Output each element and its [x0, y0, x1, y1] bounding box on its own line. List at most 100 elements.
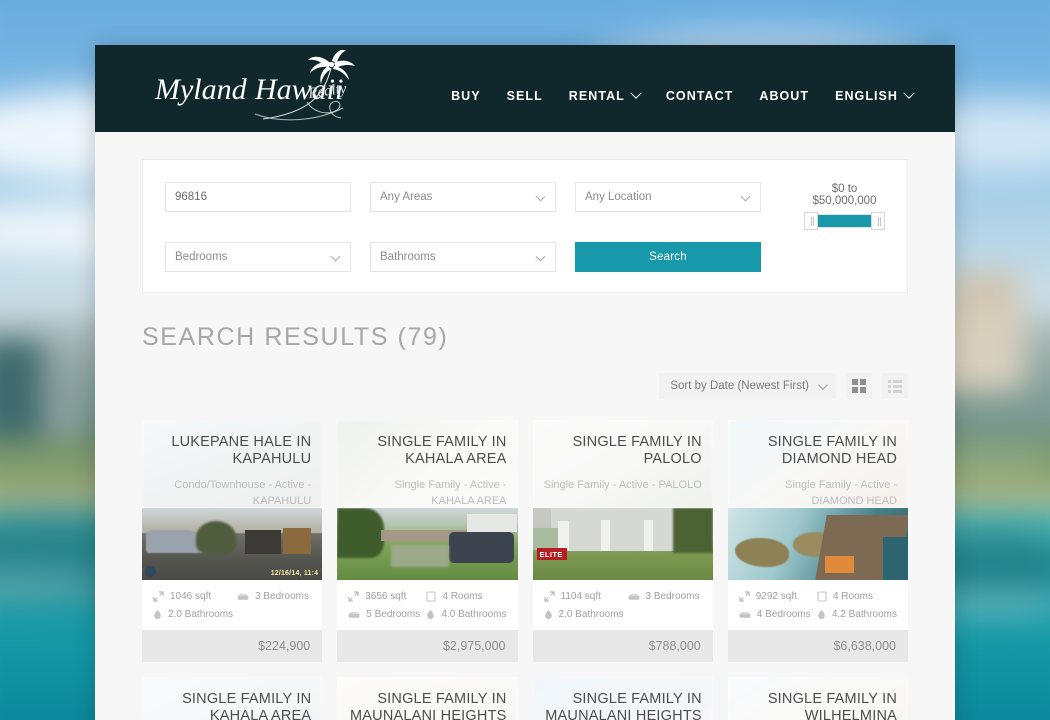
- nav-label: SELL: [506, 88, 543, 103]
- location-select[interactable]: Any Location: [575, 182, 761, 212]
- nav-item-rental[interactable]: RENTAL: [568, 87, 642, 103]
- listing-title: LUKEPANE HALE IN KAPAHULU: [171, 434, 312, 467]
- listing-card-header: SINGLE FAMILY IN KAHALA AREA Single Fami…: [337, 420, 518, 508]
- bathrooms-value: Bathrooms: [380, 251, 436, 263]
- listing-title: SINGLE FAMILY IN PALOLO: [572, 434, 702, 467]
- area-icon: [348, 591, 359, 602]
- sort-select[interactable]: Sort by Date (Newest First): [659, 373, 836, 399]
- search-button[interactable]: Search: [575, 242, 761, 272]
- sort-value: Sort by Date (Newest First): [670, 380, 809, 392]
- list-view-icon: [888, 379, 902, 393]
- photo-marker-icon: [145, 566, 156, 577]
- price-range-control: $0 to $50,000,000: [780, 182, 885, 230]
- listing-photo[interactable]: [727, 508, 908, 580]
- site-logo[interactable]: Myland Hawaii Realty: [137, 49, 387, 128]
- bed-icon: [739, 612, 751, 618]
- search-panel: 96816 Any Areas Any Location $0 to $50,0…: [142, 159, 908, 293]
- price-range-slider[interactable]: [804, 212, 885, 230]
- price-slider-handle-min[interactable]: [804, 212, 818, 230]
- chevron-down-icon: [330, 251, 341, 262]
- search-panel-wrapper: 96816 Any Areas Any Location $0 to $50,0…: [95, 132, 955, 293]
- listing-subtitle: Single Family - Active - PALOLO: [543, 478, 702, 491]
- room-icon: [817, 591, 827, 602]
- chevron-down-icon: [903, 87, 915, 99]
- listing-title: SINGLE FAMILY IN MAUNALANI HEIGHTS: [545, 691, 702, 720]
- list-view-button[interactable]: [882, 373, 908, 399]
- grid-view-button[interactable]: [846, 373, 872, 399]
- nav-label: RENTAL: [568, 88, 625, 103]
- nav-item-about[interactable]: ABOUT: [759, 89, 809, 103]
- area-icon: [543, 591, 555, 602]
- listing-card-header: SINGLE FAMILY IN MAUNALANI HEIGHTS Singl…: [532, 677, 713, 720]
- spec-bedrooms: 5 Bedrooms: [348, 609, 422, 620]
- listing-card[interactable]: SINGLE FAMILY IN PALOLO Single Family - …: [532, 420, 713, 662]
- photo-timestamp: 12/16/14, 11:4: [270, 570, 319, 577]
- listing-card-header: LUKEPANE HALE IN KAPAHULU Condo/Townhous…: [142, 420, 323, 508]
- listing-card[interactable]: LUKEPANE HALE IN KAPAHULU Condo/Townhous…: [142, 420, 323, 662]
- keyword-value: 96816: [175, 191, 207, 203]
- chevron-down-icon: [740, 191, 751, 202]
- area-icon: [153, 591, 164, 602]
- listing-photo[interactable]: [337, 508, 518, 580]
- listing-specs: 1104 sqft 3 Bedrooms 2.0 Bathrooms: [533, 580, 713, 630]
- listing-specs: 3656 sqft 4 Rooms 5 Bedrooms 4.0 Bathroo…: [337, 580, 517, 630]
- spec-sqft: 1046 sqft: [153, 591, 233, 602]
- spec-bathrooms: 2.0 Bathrooms: [544, 609, 624, 620]
- listing-card[interactable]: SINGLE FAMILY IN KAHALA AREA Single Fami…: [337, 420, 518, 662]
- spec-value: 1046 sqft: [170, 591, 212, 602]
- bed-icon: [237, 594, 249, 600]
- spec-value: 1104 sqft: [560, 591, 601, 602]
- listing-title: SINGLE FAMILY IN DIAMOND HEAD: [767, 434, 897, 467]
- listing-card[interactable]: SINGLE FAMILY IN KAHALA AREA Single Fami…: [142, 677, 323, 720]
- listing-card[interactable]: SINGLE FAMILY IN MAUNALANI HEIGHTS Singl…: [337, 677, 518, 720]
- area-icon: [739, 591, 750, 602]
- listing-grid: LUKEPANE HALE IN KAPAHULU Condo/Townhous…: [95, 399, 955, 720]
- listing-photo[interactable]: ELITE: [532, 508, 713, 580]
- bedrooms-value: Bedrooms: [175, 251, 228, 263]
- areas-value: Any Areas: [380, 191, 433, 203]
- listing-price: $2,975,000: [337, 630, 518, 662]
- spec-value: 3656 sqft: [365, 591, 407, 602]
- nav-label: ABOUT: [759, 88, 810, 103]
- nav-item-buy[interactable]: BUY: [451, 89, 481, 103]
- listing-price: $6,638,000: [727, 630, 908, 662]
- water-drop-icon: [427, 609, 435, 620]
- chevron-down-icon: [817, 379, 828, 390]
- nav-label: ENGLISH: [835, 88, 898, 103]
- nav-item-english[interactable]: ENGLISH: [835, 87, 915, 103]
- price-range-label: $0 to $50,000,000: [812, 183, 877, 207]
- spec-value: 4.0 Bathrooms: [441, 609, 507, 620]
- listing-card[interactable]: SINGLE FAMILY IN MAUNALANI HEIGHTS Singl…: [532, 677, 713, 720]
- spec-bathrooms: 4.2 Bathrooms: [817, 609, 897, 620]
- bed-icon: [348, 612, 360, 618]
- listing-card-header: SINGLE FAMILY IN DIAMOND HEAD Single Fam…: [727, 420, 908, 508]
- listing-subtitle: Condo/Townhouse - Active - KAPAHULU: [174, 478, 312, 508]
- listing-title: SINGLE FAMILY IN KAHALA AREA: [377, 434, 507, 467]
- nav-item-contact[interactable]: CONTACT: [666, 89, 734, 103]
- bathrooms-select[interactable]: Bathrooms: [370, 242, 556, 272]
- listing-card[interactable]: SINGLE FAMILY IN WILHELMINA Single Famil…: [727, 677, 908, 720]
- areas-select[interactable]: Any Areas: [370, 182, 556, 212]
- keyword-search-input[interactable]: 96816: [165, 182, 351, 212]
- sort-and-view-toolbar: Sort by Date (Newest First): [95, 352, 955, 399]
- main-navigation: BUY SELL RENTAL CONTACT ABOUT ENGLISH: [451, 75, 935, 103]
- listing-card-header: SINGLE FAMILY IN WILHELMINA Single Famil…: [727, 677, 908, 720]
- spec-bedrooms: 3 Bedrooms: [237, 591, 311, 602]
- spec-bedrooms: 3 Bedrooms: [628, 591, 702, 602]
- spec-value: 2.0 Bathrooms: [168, 609, 234, 620]
- nav-item-sell[interactable]: SELL: [507, 89, 543, 103]
- spec-value: 9292 sqft: [755, 591, 797, 602]
- spec-sqft: 1104 sqft: [543, 591, 624, 602]
- results-header: SEARCH RESULTS (79): [95, 293, 955, 352]
- listing-card[interactable]: SINGLE FAMILY IN DIAMOND HEAD Single Fam…: [727, 420, 908, 662]
- spec-bathrooms: 2.0 Bathrooms: [153, 609, 233, 620]
- listing-photo[interactable]: 12/16/14, 11:4: [142, 508, 323, 580]
- listing-specs: 1046 sqft 3 Bedrooms 2.0 Bathrooms: [142, 580, 322, 630]
- price-slider-handle-max[interactable]: [871, 212, 885, 230]
- page-title: SEARCH RESULTS (79): [142, 323, 449, 351]
- location-value: Any Location: [585, 191, 652, 203]
- water-drop-icon: [154, 609, 161, 620]
- bedrooms-select[interactable]: Bedrooms: [165, 242, 351, 272]
- site-header: Myland Hawaii Realty BUY SELL RENTAL CON…: [95, 45, 955, 132]
- listing-subtitle: Single Family - Active - DIAMOND HEAD: [785, 478, 897, 508]
